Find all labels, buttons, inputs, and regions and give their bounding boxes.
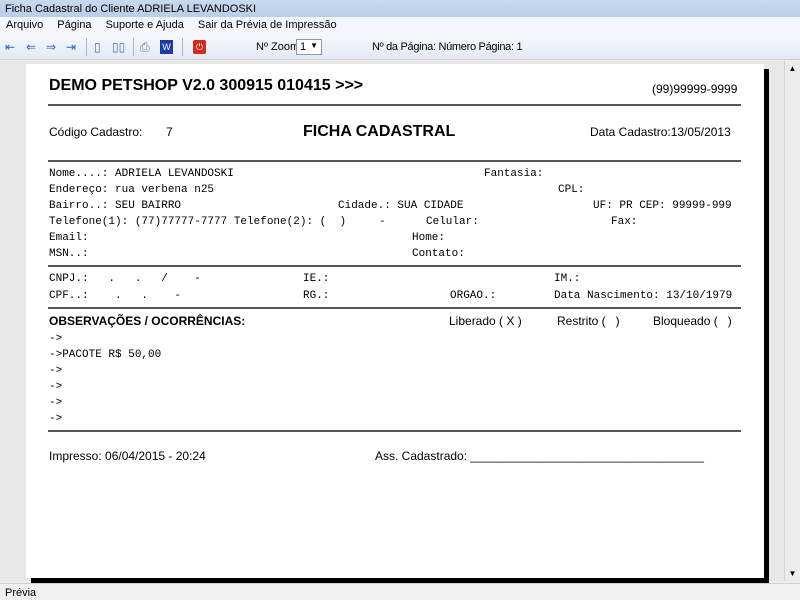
window-title: Ficha Cadastral do Cliente ADRIELA LEVAN… [0,0,800,17]
field-nome: Nome....: ADRIELA LEVANDOSKI [49,168,234,180]
field-contato: Contato: [412,248,465,260]
page-number-label: Nº da Página: Número Página: 1 [372,41,523,53]
first-page-icon[interactable]: ⇤ [5,40,15,54]
two-page-icon[interactable]: ▯▯ [112,40,125,54]
single-page-icon[interactable]: ▯ [94,40,101,54]
menu-bar: Arquivo Página Suporte e Ajuda Sair da Prév… [0,17,800,34]
next-page-icon[interactable]: ⇒ [46,40,56,54]
field-fantasia: Fantasia: [484,168,544,180]
codigo-value: 7 [166,125,173,139]
zoom-label: Nº Zoom [256,41,300,53]
field-celular: Celular: [426,216,479,228]
obs-line: -> [49,397,63,409]
status-restrito: Restrito ( ) [557,314,620,328]
field-msn: MSN..: [49,248,89,260]
field-cpf: CPF..: . . - [49,290,182,302]
field-ie: IE.: [303,273,330,285]
data-cadastro: Data Cadastro:13/05/2013 [590,125,731,139]
obs-line: -> [49,381,63,393]
field-bairro: Bairro..: SEU BAIRRO [49,200,182,212]
menu-arquivo[interactable]: Arquivo [6,19,43,31]
obs-line: -> [49,413,63,425]
field-cidade: Cidade.: SUA CIDADE [338,200,464,212]
obs-line: -> [49,365,63,377]
impresso: Impresso: 06/04/2015 - 20:24 [49,449,206,463]
word-export-icon[interactable]: W [160,40,173,54]
report-phone: (99)99999-9999 [652,82,738,96]
field-email: Email: [49,232,89,244]
assinatura: Ass. Cadastrado: _______________________… [375,449,704,463]
field-fax: Fax: [611,216,638,228]
field-endereco: Endereço: rua verbena n25 [49,184,215,196]
field-im: IM.: [554,273,581,285]
close-preview-icon[interactable]: ⏻ [193,40,206,54]
chevron-down-icon: ▼ [310,41,318,50]
obs-line: ->PACOTE R$ 50,00 [49,349,162,361]
status-bar: Prévia [0,583,800,600]
menu-sair[interactable]: Sair da Prévia de Impressão [198,19,337,31]
report-title: FICHA CADASTRAL [303,123,456,140]
menu-suporte[interactable]: Suporte e Ajuda [106,19,184,31]
report-page: DEMO PETSHOP V2.0 300915 010415 >>> (99)… [26,64,764,578]
print-icon[interactable]: ⎙ [140,40,150,54]
field-home: Home: [412,232,446,244]
obs-line: -> [49,333,63,345]
status-liberado: Liberado ( X ) [449,314,522,328]
status-bloqueado: Bloqueado ( ) [653,314,732,328]
menu-pagina[interactable]: Página [57,19,91,31]
prev-page-icon[interactable]: ⇐ [26,40,36,54]
vertical-scrollbar[interactable]: ▲ ▼ [784,61,800,581]
last-page-icon[interactable]: ⇥ [66,40,76,54]
obs-title: OBSERVAÇÕES / OCORRÊNCIAS: [49,314,246,328]
report-header: DEMO PETSHOP V2.0 300915 010415 >>> [49,77,364,94]
field-nascimento: Data Nascimento: 13/10/1979 [554,290,733,302]
field-cnpj: CNPJ.: . . / - [49,273,201,285]
field-orgao: ORGAO.: [450,290,497,302]
field-telefones: Telefone(1): (77)77777-7777 Telefone(2):… [49,216,386,228]
toolbar: ⇤ ⇐ ⇒ ⇥ ▯ ▯▯ ⎙ W ⏻ Nº Zoom 1 ▼ Nº da Pági… [0,34,800,60]
zoom-select[interactable]: 1 ▼ [296,39,322,55]
field-rg: RG.: [303,290,330,302]
codigo-label: Código Cadastro: [49,125,143,139]
field-uf-cep: UF: PR CEP: 99999-999 [593,200,732,212]
field-cpl: CPL: [558,184,585,196]
